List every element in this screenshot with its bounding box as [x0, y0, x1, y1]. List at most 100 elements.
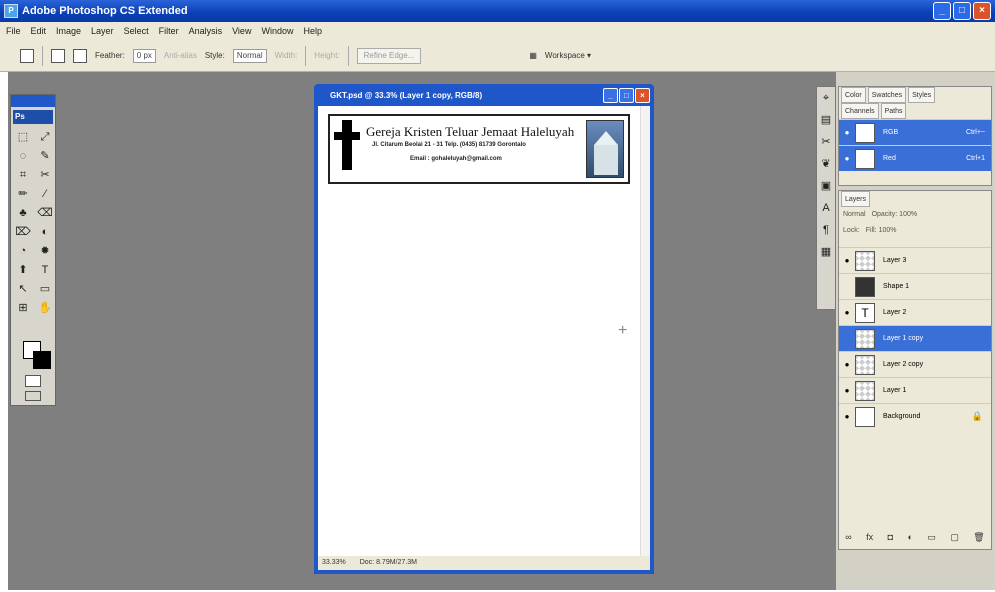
channel-row[interactable]: ● RGB Ctrl+~ [839, 119, 991, 145]
layer-row[interactable]: ● T Layer 2 [839, 299, 991, 325]
adjustment-layer-icon[interactable]: ◐ [907, 532, 912, 548]
tab-paths[interactable]: Paths [880, 103, 907, 119]
collapsed-panel-icons: ⌖ ▤ ✂ ❦ ▣ A ¶ ▦ [816, 86, 836, 310]
menu-edit[interactable]: Edit [31, 22, 47, 40]
brushes-icon[interactable]: ❦ [817, 153, 835, 175]
quick-mask-icon[interactable] [25, 375, 41, 387]
magic-wand-icon[interactable]: ✎ [35, 148, 55, 165]
hand-tool-icon[interactable]: ✋ [35, 300, 55, 317]
tools-panel-header[interactable] [11, 95, 55, 107]
new-layer-icon[interactable]: ▢ [950, 532, 959, 548]
layer-style-icon[interactable]: fx [866, 532, 873, 548]
type-tool-icon[interactable]: T [35, 262, 55, 279]
screen-mode-icon[interactable] [25, 391, 41, 401]
menu-image[interactable]: Image [56, 22, 81, 40]
tab-swatches[interactable]: Swatches [867, 87, 907, 103]
layer-mask-icon[interactable]: ◘ [888, 532, 893, 548]
channel-row[interactable]: ● Red Ctrl+1 [839, 145, 991, 171]
path-selection-icon[interactable]: ↖ [13, 281, 33, 298]
tool-presets-icon[interactable]: ✂ [817, 131, 835, 153]
visibility-eye-icon[interactable]: ● [839, 412, 855, 421]
tab-channels[interactable]: Channels [841, 103, 879, 119]
menu-layer[interactable]: Layer [91, 22, 114, 40]
minimize-button[interactable]: _ [933, 2, 951, 20]
visibility-eye-icon[interactable]: ● [839, 128, 855, 137]
clone-stamp-icon[interactable]: ♣ [13, 205, 33, 222]
marquee-tool-icon[interactable]: ⬚ [13, 129, 33, 146]
pen-tool-icon[interactable]: ⬆ [13, 262, 33, 279]
background-color-swatch[interactable] [33, 351, 51, 369]
close-button[interactable]: × [973, 2, 991, 20]
notes-tool-icon[interactable]: ⊞ [13, 300, 33, 317]
opacity-field[interactable]: Opacity: 100% [872, 207, 918, 223]
history-brush-icon[interactable]: ⌫ [35, 205, 55, 222]
layer-row[interactable]: ● Layer 2 copy [839, 351, 991, 377]
blend-mode-select[interactable]: Normal [843, 207, 866, 223]
visibility-eye-icon[interactable]: ● [839, 308, 855, 317]
marquee-tool-preset-icon[interactable] [20, 48, 34, 63]
feather-input[interactable]: 0 px [132, 48, 156, 63]
add-selection-icon[interactable] [73, 48, 87, 63]
layer-row[interactable]: ● Layer 3 [839, 247, 991, 273]
menu-file[interactable]: File [6, 22, 21, 40]
layer-row[interactable]: ● Background 🔒 [839, 403, 991, 429]
refine-edge-button[interactable]: Refine Edge... [356, 47, 422, 64]
visibility-eye-icon[interactable]: ● [839, 256, 855, 265]
blur-tool-icon[interactable]: ◔ [13, 243, 33, 260]
visibility-eye-icon[interactable]: ● [839, 154, 855, 163]
zoom-level[interactable]: 33.33% [322, 556, 346, 570]
trash-icon[interactable]: 🗑 [973, 532, 984, 548]
dodge-tool-icon[interactable]: ✹ [35, 243, 55, 260]
menu-help[interactable]: Help [303, 22, 322, 40]
tab-styles[interactable]: Styles [908, 87, 936, 103]
gradient-tool-icon[interactable]: ◐ [35, 224, 55, 241]
brush-tool-icon[interactable]: ⁄ [35, 186, 55, 203]
menu-filter[interactable]: Filter [159, 22, 179, 40]
style-select[interactable]: Normal [232, 48, 267, 63]
doc-minimize-button[interactable]: _ [603, 88, 618, 103]
menu-analysis[interactable]: Analysis [189, 22, 223, 40]
tab-color[interactable]: Color [841, 87, 866, 103]
layer-row[interactable]: Layer 1 copy [839, 325, 991, 351]
fill-field[interactable]: Fill: 100% [866, 223, 897, 239]
layer-comps-icon[interactable]: ▦ [817, 241, 835, 263]
shape-tool-icon[interactable]: ▭ [35, 281, 55, 298]
layer-name: Layer 2 [883, 309, 907, 316]
tab-layers[interactable]: Layers [841, 191, 871, 207]
doc-size[interactable]: Doc: 8.79M/27.3M [360, 556, 417, 570]
antialias-checkbox[interactable]: Anti-alias [164, 51, 197, 60]
layer-row[interactable]: Shape 1 [839, 273, 991, 299]
layer-thumbnail [855, 328, 875, 349]
workspace-menu[interactable]: Workspace ▾ [545, 51, 591, 60]
menu-view[interactable]: View [232, 22, 251, 40]
crop-tool-icon[interactable]: ⌗ [13, 167, 33, 184]
eraser-tool-icon[interactable]: ⌦ [13, 224, 33, 241]
visibility-eye-icon[interactable]: ● [839, 360, 855, 369]
document-canvas[interactable]: Gereja Kristen Teluar Jemaat Haleluyah J… [318, 106, 640, 558]
menu-bar: File Edit Image Layer Select Filter Anal… [0, 22, 995, 40]
clone-source-icon[interactable]: ▣ [817, 175, 835, 197]
healing-brush-icon[interactable]: ✏ [13, 186, 33, 203]
new-selection-icon[interactable] [51, 48, 65, 63]
menu-window[interactable]: Window [261, 22, 293, 40]
navigator-icon[interactable]: ⌖ [817, 87, 835, 109]
move-tool-icon[interactable]: ⤢ [35, 129, 55, 146]
document-title-bar[interactable]: GKT.psd @ 33.3% (Layer 1 copy, RGB/8) _ … [316, 86, 652, 106]
new-group-icon[interactable]: ▭ [927, 532, 936, 548]
histogram-icon[interactable]: ▤ [817, 109, 835, 131]
doc-close-button[interactable]: × [635, 88, 650, 103]
workspace-icon[interactable]: ▦ [529, 51, 537, 60]
paragraph-icon[interactable]: ¶ [817, 219, 835, 241]
menu-select[interactable]: Select [124, 22, 149, 40]
layer-name: Layer 3 [883, 257, 907, 264]
link-layers-icon[interactable]: ∞ [845, 532, 851, 548]
doc-maximize-button[interactable]: □ [619, 88, 634, 103]
visibility-eye-icon[interactable]: ● [839, 386, 855, 395]
lock-icon: 🔒 [971, 411, 983, 421]
vertical-scrollbar[interactable] [640, 106, 650, 558]
character-icon[interactable]: A [817, 197, 835, 219]
layer-row[interactable]: ● Layer 1 [839, 377, 991, 403]
maximize-button[interactable]: □ [953, 2, 971, 20]
slice-tool-icon[interactable]: ✂ [35, 167, 55, 184]
lasso-tool-icon[interactable]: ◌ [13, 148, 33, 165]
